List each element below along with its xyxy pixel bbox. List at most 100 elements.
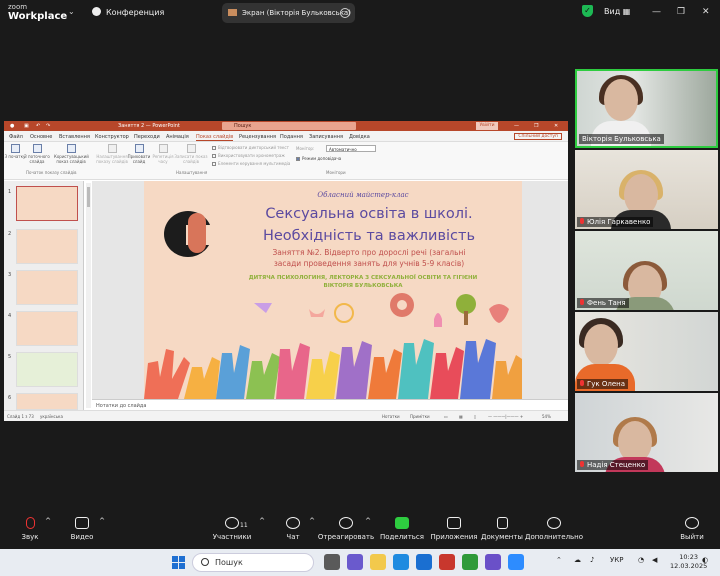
tab-file[interactable]: Файл — [9, 134, 23, 140]
record-show-button[interactable]: Записати показ слайдів — [174, 142, 208, 164]
timings-checkbox[interactable]: Використовувати хронометраж — [212, 153, 285, 158]
screen-share-indicator[interactable]: Экран (Вікторія Бульковська) ··· — [222, 3, 355, 23]
ppt-minimize[interactable]: — — [514, 123, 519, 129]
wifi-icon[interactable]: ◔ — [638, 556, 644, 564]
leave-button[interactable]: Выйти — [662, 517, 720, 541]
slide-thumbnail[interactable] — [16, 270, 78, 305]
maximize-button[interactable]: ❐ — [677, 7, 685, 17]
ppt-search-box[interactable]: Пошук — [222, 122, 356, 130]
current-slide[interactable]: Обласний майстер-клас Сексуальна освіта … — [144, 181, 522, 399]
security-shield-icon[interactable]: ✓ — [582, 5, 593, 17]
monitor-select[interactable]: Автоматично — [326, 145, 376, 152]
tab-animations[interactable]: Анімація — [166, 134, 189, 140]
from-current-button[interactable]: З поточного слайда — [24, 142, 50, 164]
tab-review[interactable]: Рецензування — [239, 134, 276, 140]
tab-help[interactable]: Довідка — [349, 134, 370, 140]
tray-chevron-icon[interactable]: ⌃ — [556, 556, 562, 564]
slide-thumbnail[interactable] — [16, 393, 78, 410]
cloud-icon[interactable]: ☁ — [574, 556, 581, 564]
edge-icon[interactable] — [393, 554, 409, 570]
tab-home[interactable]: Основне — [30, 134, 52, 140]
presenter-view-checkbox[interactable]: Режим доповідача — [296, 156, 341, 161]
participant-tile[interactable]: Фень Таня — [575, 231, 718, 310]
custom-show-button[interactable]: Користувацький показ слайдів — [54, 142, 89, 164]
tab-transitions[interactable]: Переходи — [134, 134, 160, 140]
chat-app-icon[interactable] — [347, 554, 363, 570]
share-arrow-icon — [395, 517, 409, 529]
notes-toggle[interactable]: Нотатки — [382, 414, 400, 419]
task-view-icon[interactable] — [324, 554, 340, 570]
undo-icon[interactable]: ↶ — [36, 123, 40, 129]
taskbar-search[interactable]: Пошук — [192, 553, 314, 572]
participant-tile[interactable]: Гук Олена — [575, 312, 718, 391]
participant-face — [604, 79, 638, 121]
hide-slide-button[interactable]: Приховати слайд — [126, 142, 152, 164]
keyboard-language[interactable]: УКР — [610, 556, 623, 564]
slide-thumbnail[interactable] — [16, 311, 78, 346]
minimize-button[interactable]: — — [652, 7, 661, 17]
share-screen-button[interactable]: Поделиться — [372, 517, 432, 541]
ppt-maximize[interactable]: ❐ — [534, 123, 538, 129]
more-button[interactable]: Дополнительно — [524, 517, 584, 541]
ppt-close[interactable]: ✕ — [554, 123, 558, 129]
zoom-level[interactable]: 54% — [542, 414, 551, 419]
chevron-down-icon[interactable]: ⌄ — [68, 7, 75, 16]
muted-mic-icon — [580, 461, 584, 467]
rehearse-button[interactable]: Репетиція часу — [150, 142, 176, 164]
reading-view-icon[interactable]: ▯ — [474, 414, 476, 419]
zoom-slider[interactable]: — ———|——— + — [488, 414, 523, 419]
video-options-chevron[interactable]: ^ — [98, 517, 106, 525]
chat-options-chevron[interactable]: ^ — [308, 517, 316, 525]
participant-tile[interactable]: Юлія Гаркавенко — [575, 150, 718, 229]
slide-thumbnail[interactable] — [16, 352, 78, 387]
volume-icon[interactable]: ◀ — [652, 556, 657, 564]
chrome-icon[interactable] — [462, 554, 478, 570]
viber-icon[interactable] — [485, 554, 501, 570]
audio-options-chevron[interactable]: ^ — [44, 517, 52, 525]
share-button[interactable]: Спільний доступ — [514, 133, 562, 140]
apps-icon — [447, 517, 461, 529]
tab-slideshow[interactable]: Показ слайдів — [196, 134, 234, 141]
reactions-options-chevron[interactable]: ^ — [364, 517, 372, 525]
docs-button[interactable]: Документы — [472, 517, 532, 541]
taskbar-clock[interactable]: 10:23 12.03.2025 — [670, 553, 707, 571]
tab-record[interactable]: Записування — [309, 134, 343, 140]
normal-view-icon[interactable]: ▭ — [444, 414, 448, 419]
participants-button[interactable]: Участники — [202, 517, 262, 541]
tab-design[interactable]: Конструктор — [95, 134, 129, 140]
ppt-menu-tabs: Файл Основне Вставлення Конструктор Пере… — [4, 131, 568, 142]
participant-face — [584, 324, 618, 366]
sign-in-button[interactable]: Увійти — [476, 122, 498, 130]
narration-checkbox[interactable]: Відтворювати дикторський текст — [212, 145, 289, 150]
notification-icon[interactable]: ◐ — [702, 556, 708, 564]
language-indicator: українська — [40, 414, 63, 419]
zoom-app-icon[interactable] — [508, 554, 524, 570]
redo-icon[interactable]: ↷ — [46, 123, 50, 129]
slide-thumbnail[interactable] — [16, 229, 78, 264]
save-icon[interactable]: ▣ — [24, 123, 29, 129]
media-controls-checkbox[interactable]: Елементи керування мультимедіа — [212, 161, 290, 166]
app-icon[interactable] — [439, 554, 455, 570]
store-icon[interactable] — [416, 554, 432, 570]
participant-tile[interactable]: Надія Стеценко — [575, 393, 718, 472]
muted-mic-icon — [25, 517, 35, 529]
meeting-info-button[interactable]: Конференция — [92, 7, 164, 17]
view-menu[interactable]: Вид ▦ — [604, 7, 630, 16]
windows-start-icon[interactable] — [172, 556, 185, 569]
close-button[interactable]: ✕ — [702, 7, 710, 17]
setup-show-button[interactable]: Налаштування показу слайдів — [96, 142, 128, 164]
mic-tray-icon[interactable]: ♪ — [590, 556, 594, 564]
notes-pane[interactable]: Нотатки до слайда — [92, 399, 568, 410]
file-explorer-icon[interactable] — [370, 554, 386, 570]
tab-insert[interactable]: Вставлення — [59, 134, 90, 140]
participant-tile[interactable]: Вікторія Бульковська — [575, 69, 718, 148]
ppt-ribbon: З початку З поточного слайда Користуваць… — [4, 142, 568, 180]
slide-thumbnail[interactable] — [16, 186, 78, 221]
tab-view[interactable]: Подання — [280, 134, 303, 140]
heart-icon — [339, 517, 353, 529]
thumb-number: 5 — [8, 354, 12, 360]
comments-toggle[interactable]: Примітки — [410, 414, 430, 419]
editor-scrollbar[interactable] — [86, 183, 91, 408]
more-options-icon[interactable]: ··· — [340, 8, 350, 18]
sorter-view-icon[interactable]: ▦ — [459, 414, 463, 419]
